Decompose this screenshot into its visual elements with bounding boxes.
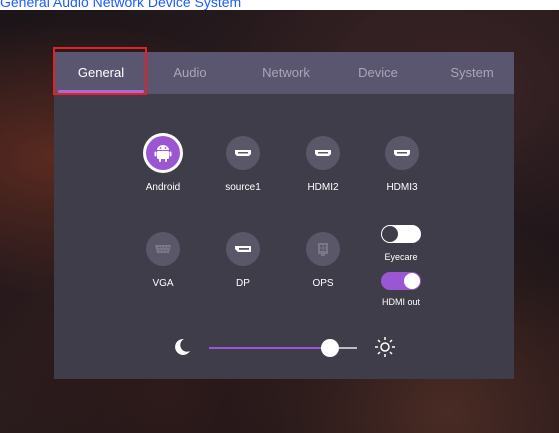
source-hdmi3[interactable]: HDMI3 xyxy=(362,136,442,193)
source-label: DP xyxy=(236,278,250,289)
source-label: Android xyxy=(145,182,181,193)
ops-icon xyxy=(306,232,340,266)
source-label: HDMI2 xyxy=(307,182,339,193)
top-link[interactable]: General Audio Network Device System xyxy=(0,0,241,10)
source-dp[interactable]: DP xyxy=(203,232,283,289)
sun-icon xyxy=(374,336,396,363)
hdmi-out-toggle[interactable] xyxy=(381,272,421,290)
toggle-knob xyxy=(382,226,398,242)
source-vga[interactable]: VGA xyxy=(123,232,203,289)
hdmi-port-icon xyxy=(226,136,260,170)
source-hdmi2[interactable]: HDMI2 xyxy=(283,136,363,193)
displayport-icon xyxy=(226,232,260,266)
tab-bar: General Audio Network Device System xyxy=(53,47,514,95)
source-label: OPS xyxy=(312,278,334,289)
source-ops[interactable]: OPS xyxy=(283,232,363,289)
tab-device[interactable]: Device xyxy=(338,52,418,94)
hdmi-port-icon xyxy=(385,136,419,170)
slider-fill xyxy=(209,347,331,349)
tab-highlight-box xyxy=(53,47,147,95)
source-android[interactable]: Android xyxy=(123,136,203,193)
tab-network[interactable]: Network xyxy=(244,52,328,94)
slider-thumb[interactable] xyxy=(321,339,340,357)
eyecare-toggle[interactable] xyxy=(381,225,421,243)
source-label: HDMI3 xyxy=(386,182,418,193)
hdmi-out-label: HDMI out xyxy=(381,297,420,307)
top-strip: General Audio Network Device System xyxy=(0,0,559,10)
vga-port-icon xyxy=(146,232,180,266)
tab-system[interactable]: System xyxy=(430,52,514,94)
brightness-slider[interactable] xyxy=(209,339,357,357)
android-icon xyxy=(146,136,180,170)
settings-panel: General Audio Network Device System Andr… xyxy=(53,47,514,379)
source-source1[interactable]: source1 xyxy=(203,136,283,193)
hdmi-port-icon xyxy=(306,136,340,170)
eyecare-label: Eyecare xyxy=(384,252,418,262)
source-label: VGA xyxy=(152,278,174,289)
toggle-knob xyxy=(404,273,420,289)
moon-icon xyxy=(172,337,192,362)
source-label: source1 xyxy=(225,182,261,193)
tab-audio[interactable]: Audio xyxy=(150,52,230,94)
